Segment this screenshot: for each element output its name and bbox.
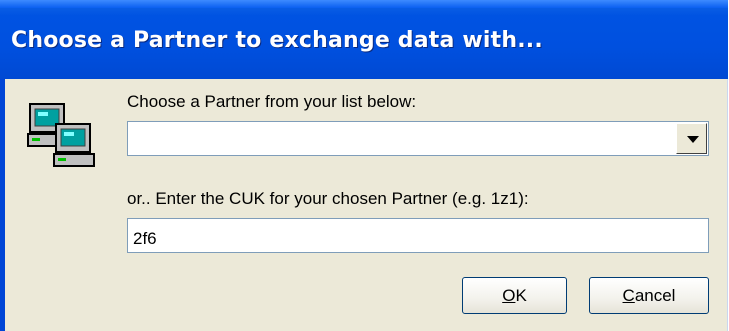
partner-dialog: Choose a Partner to exchange data with..… [0, 0, 728, 331]
cancel-mnemonic: C [622, 286, 635, 305]
partner-list-label: Choose a Partner from your list below: [127, 92, 417, 111]
partner-dropdown[interactable] [127, 121, 709, 156]
cuk-label: or.. Enter the CUK for your chosen Partn… [127, 189, 529, 208]
window-frame-left [0, 79, 5, 331]
chevron-down-icon [687, 136, 699, 143]
ok-button[interactable]: OK [462, 277, 567, 314]
dialog-title: Choose a Partner to exchange data with..… [11, 28, 543, 53]
title-bar-highlight [0, 0, 728, 8]
cancel-label: ancel [634, 286, 676, 305]
cancel-button[interactable]: Cancel [589, 277, 709, 314]
cuk-input[interactable] [127, 218, 709, 253]
dropdown-toggle-button[interactable] [676, 123, 707, 154]
title-bar[interactable]: Choose a Partner to exchange data with..… [0, 0, 728, 79]
ok-label: K [515, 286, 527, 305]
ok-mnemonic: O [502, 286, 516, 305]
networked-computers-icon [27, 103, 95, 167]
